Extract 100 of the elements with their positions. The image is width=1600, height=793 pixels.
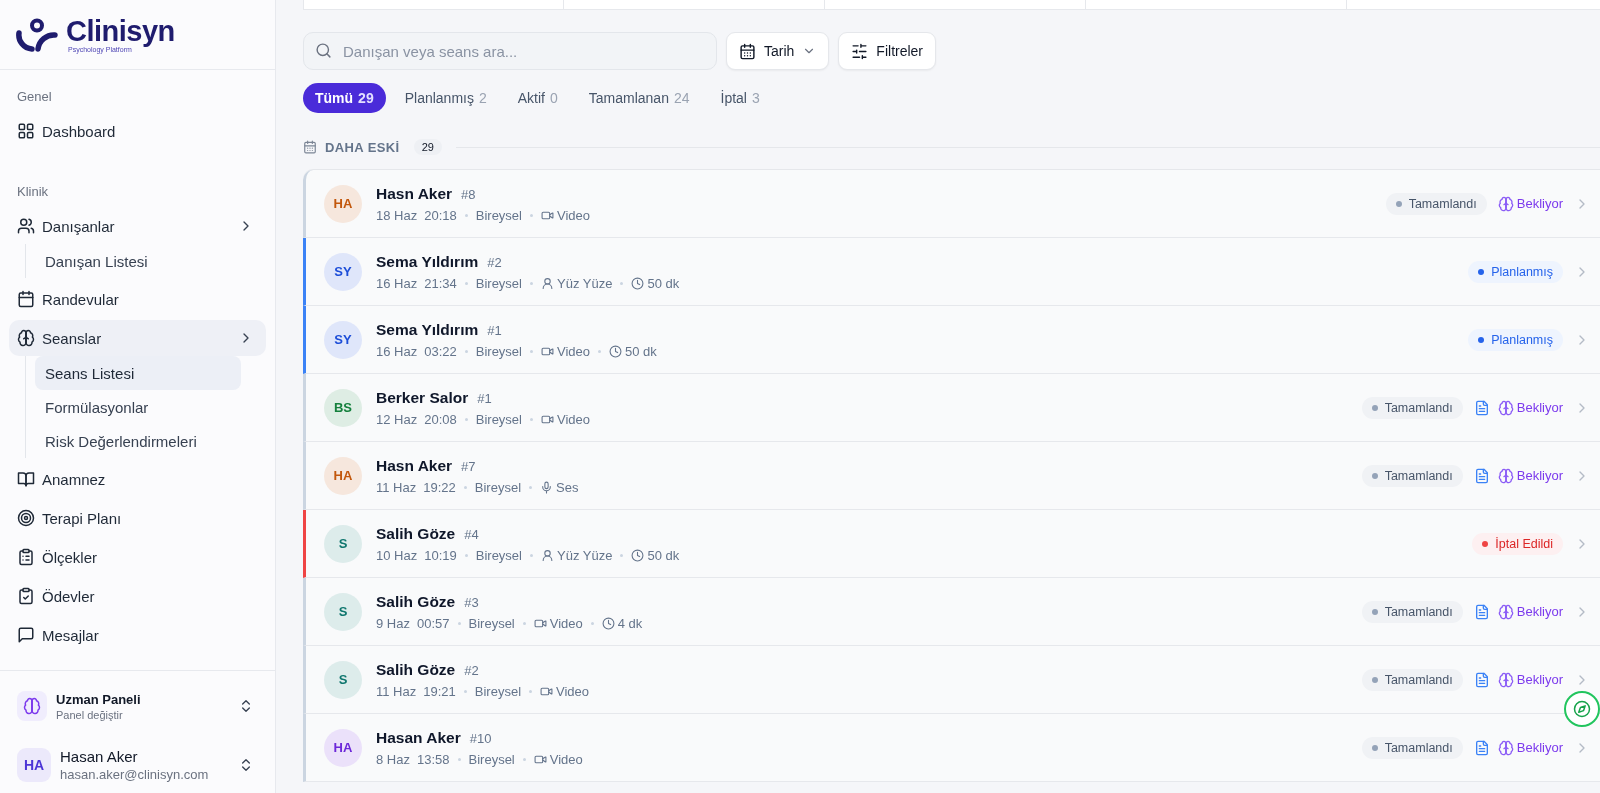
document-icon <box>1473 399 1490 416</box>
status-label: Tamamlandı <box>1384 672 1453 687</box>
session-date: 18 Haz <box>376 207 418 223</box>
session-time: 20:18 <box>424 207 457 223</box>
brain-icon <box>17 329 35 347</box>
clock-icon <box>609 344 622 358</box>
nav-subitem[interactable]: Risk Değerlendirmeleri <box>35 424 241 458</box>
document-icon <box>1473 467 1490 484</box>
brain-icon <box>1497 195 1514 212</box>
session-number: #2 <box>487 254 502 270</box>
filter-tab[interactable]: Planlanmış 2 <box>392 83 499 113</box>
status-dot-icon <box>1478 336 1485 343</box>
status-dot-icon <box>1371 472 1378 479</box>
calendar-icon <box>739 42 756 60</box>
nav-item[interactable]: Dashboard <box>9 113 266 149</box>
analysis-status: Bekliyor <box>1516 740 1563 755</box>
session-number: #8 <box>461 186 476 202</box>
client-name: Salih Göze <box>376 524 456 543</box>
client-name: Hasan Aker <box>376 728 461 747</box>
document-icon <box>1473 671 1490 688</box>
session-mode: Yüz Yüze <box>557 275 613 291</box>
session-duration: 50 dk <box>625 343 657 359</box>
client-avatar: SY <box>324 252 362 291</box>
client-name: Berker Salor <box>376 388 469 407</box>
nav-item[interactable]: Anamnez <box>9 461 266 497</box>
brain-icon <box>1497 467 1514 484</box>
document-icon <box>1473 603 1490 620</box>
analysis-status: Bekliyor <box>1516 400 1563 415</box>
document-icon <box>1473 739 1490 756</box>
session-row[interactable]: HA Hasan Aker #10 8 Haz 13:58 Bireysel Video Tamamlandı Bekliyor <box>303 714 1600 782</box>
search-field[interactable]: Danışan veya seans ara... <box>303 32 717 70</box>
brain-icon <box>17 691 47 721</box>
session-duration: 4 dk <box>617 615 643 631</box>
filter-button[interactable]: Filtreler <box>838 32 937 70</box>
filter-tab[interactable]: Tamamlanan 24 <box>576 83 702 113</box>
client-avatar: HA <box>324 456 362 495</box>
session-row[interactable]: S Salih Göze #4 10 Haz 10:19 Bireysel Yüz Yüze 50 dk İptal Edildi <box>303 510 1600 578</box>
user-menu[interactable]: HA Hasan Aker hasan.aker@clinisyn.com <box>9 743 266 787</box>
logo-text: Clinisyn <box>66 15 175 46</box>
session-type: Bireysel <box>475 411 522 427</box>
client-name: Sema Yıldırım <box>376 252 479 271</box>
session-row[interactable]: S Salih Göze #3 9 Haz 00:57 Bireysel Video 4 dk Tamamlandı Bekliyor <box>303 578 1600 646</box>
session-duration: 50 dk <box>647 275 680 291</box>
count-badge: 29 <box>413 139 442 155</box>
status-label: Tamamlandı <box>1384 604 1453 619</box>
session-type: Bireysel <box>475 275 522 291</box>
status-label: Tamamlandı <box>1384 400 1453 415</box>
nav-item[interactable]: Mesajlar <box>9 617 266 653</box>
session-row[interactable]: SY Sema Yıldırım #1 16 Haz 03:22 Bireysel Video 50 dk Planlanmış <box>303 306 1600 374</box>
compass-icon <box>1573 700 1591 718</box>
status-dot-icon <box>1371 676 1378 683</box>
session-type: Bireysel <box>468 615 515 631</box>
status-dot-icon <box>1478 268 1485 275</box>
analysis-status: Bekliyor <box>1516 672 1563 687</box>
status-label: Planlanmış <box>1491 264 1553 279</box>
session-row[interactable]: HA Hasn Aker #8 18 Haz 20:18 Bireysel Video Tamamlandı Bekliyor <box>303 170 1600 238</box>
session-number: #4 <box>464 526 479 542</box>
session-date: 11 Haz <box>376 479 417 495</box>
nav-item[interactable]: Ölçekler <box>9 539 266 575</box>
session-mode: Video <box>549 615 583 631</box>
nav-subitem[interactable]: Formülasyonlar <box>35 390 241 424</box>
session-mode: Ses <box>556 479 579 495</box>
session-mode: Video <box>557 207 590 223</box>
nav-subitem[interactable]: Seans Listesi <box>35 356 241 390</box>
panel-switcher[interactable]: Uzman Paneli Panel değiştir <box>9 684 266 728</box>
filter-tab[interactable]: Tümü 29 <box>303 83 386 113</box>
session-mode: Yüz Yüze <box>557 547 613 563</box>
target-icon <box>17 509 35 527</box>
client-name: Salih Göze <box>376 592 456 611</box>
session-row[interactable]: HA Hasn Aker #7 11 Haz 19:22 Bireysel Ses Tamamlandı Bekliyor <box>303 442 1600 510</box>
person-icon <box>541 548 554 562</box>
client-avatar: S <box>324 592 362 631</box>
session-duration: 50 dk <box>647 547 680 563</box>
session-date: 10 Haz <box>376 547 418 563</box>
nav-item[interactable]: Seanslar <box>9 320 266 356</box>
client-avatar: BS <box>324 388 362 427</box>
nav-item[interactable]: Terapi Planı <box>9 500 266 536</box>
nav-item[interactable]: Danışanlar <box>9 208 266 244</box>
microphone-icon <box>540 480 554 494</box>
session-number: #1 <box>487 322 502 338</box>
session-row[interactable]: SY Sema Yıldırım #2 16 Haz 21:34 Bireysel Yüz Yüze 50 dk Planlanmış <box>303 238 1600 306</box>
client-name: Sema Yıldırım <box>376 320 479 339</box>
status-label: Tamamlandı <box>1384 740 1453 755</box>
logo-icon <box>16 17 58 52</box>
session-number: #3 <box>464 594 479 610</box>
nav-subitem[interactable]: Danışan Listesi <box>35 244 241 278</box>
session-date: 12 Haz <box>376 411 418 427</box>
session-row[interactable]: BS Berker Salor #1 12 Haz 20:08 Bireysel Video Tamamlandı Bekliyor <box>303 374 1600 442</box>
nav-item[interactable]: Ödevler <box>9 578 266 614</box>
session-time: 13:58 <box>416 751 450 767</box>
analysis-status: Bekliyor <box>1516 196 1563 211</box>
session-time: 21:34 <box>424 275 457 291</box>
date-button[interactable]: Tarih <box>726 32 830 70</box>
calendar-icon <box>303 140 317 154</box>
session-time: 20:08 <box>424 411 457 427</box>
status-label: Tamamlandı <box>1408 196 1477 211</box>
filter-tab[interactable]: Aktif 0 <box>505 83 570 113</box>
filter-tab[interactable]: İptal 3 <box>708 83 772 113</box>
clipboard-list-icon <box>17 548 35 566</box>
nav-item[interactable]: Randevular <box>9 281 266 317</box>
